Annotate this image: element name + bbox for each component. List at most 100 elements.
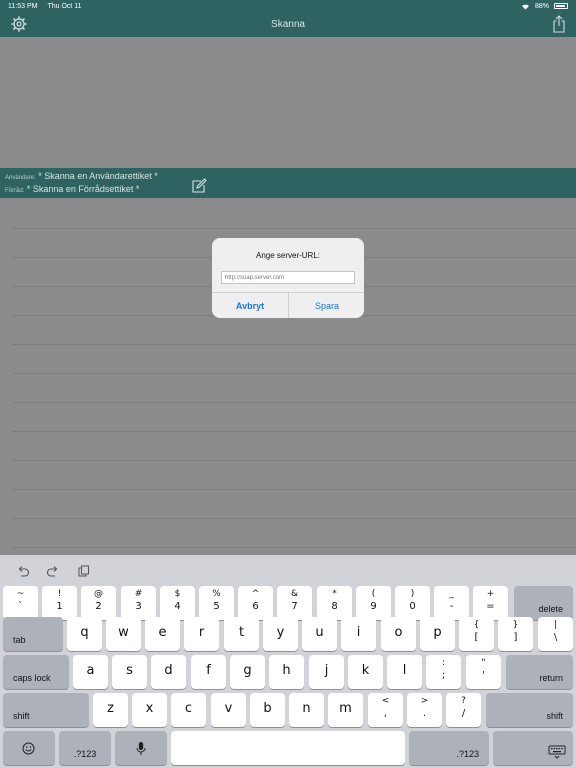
key-g[interactable]: g xyxy=(230,655,265,689)
key-top-symbol: } xyxy=(512,620,519,630)
dialog-title: Ange server-URL: xyxy=(255,251,321,260)
cancel-button[interactable]: Avbryt xyxy=(212,293,288,318)
key-backslash[interactable]: | \ xyxy=(538,617,573,651)
key-x[interactable]: x xyxy=(132,693,167,727)
key-top-symbol: : xyxy=(441,658,446,668)
key-label: n xyxy=(302,701,311,716)
key-k[interactable]: k xyxy=(348,655,383,689)
list-separator xyxy=(12,228,576,229)
key-bottom-symbol: / xyxy=(461,708,466,719)
edit-icon[interactable] xyxy=(191,178,207,194)
key-h[interactable]: h xyxy=(269,655,304,689)
key-j[interactable]: j xyxy=(309,655,344,689)
key-bottom-symbol: 4 xyxy=(174,601,181,612)
key-q[interactable]: q xyxy=(67,617,102,651)
key-label: i xyxy=(356,625,361,640)
key-top-symbol: { xyxy=(473,620,480,630)
key-top-symbol: ~ xyxy=(16,589,25,599)
key-y[interactable]: y xyxy=(263,617,298,651)
key-n[interactable]: n xyxy=(289,693,324,727)
key-top-symbol: " xyxy=(481,658,486,668)
key-p[interactable]: p xyxy=(420,617,455,651)
key-i[interactable]: i xyxy=(341,617,376,651)
key-r[interactable]: r xyxy=(184,617,219,651)
key-t[interactable]: t xyxy=(224,617,259,651)
key-bottom-symbol: 3 xyxy=(135,601,142,612)
undo-icon[interactable] xyxy=(16,565,30,577)
key-b[interactable]: b xyxy=(250,693,285,727)
key-label: h xyxy=(282,663,291,678)
key-o[interactable]: o xyxy=(381,617,416,651)
key-e[interactable]: e xyxy=(145,617,180,651)
shift-right-key[interactable]: shift xyxy=(486,693,573,727)
gear-icon[interactable] xyxy=(11,16,27,32)
share-icon[interactable] xyxy=(552,15,566,33)
key-1[interactable]: ! 1 xyxy=(42,586,77,620)
hide-keyboard-key[interactable] xyxy=(493,731,573,765)
key-u[interactable]: u xyxy=(302,617,337,651)
key-bottom-symbol: ; xyxy=(441,670,446,681)
key-z[interactable]: z xyxy=(93,693,128,727)
status-date: Thu Oct 11 xyxy=(47,2,82,10)
key-semicolon[interactable]: :; xyxy=(426,655,461,689)
key-s[interactable]: s xyxy=(112,655,147,689)
numbers-key-right[interactable]: .?123 xyxy=(409,731,489,765)
key-top-symbol: < xyxy=(381,696,390,706)
key-0[interactable]: ) 0 xyxy=(395,586,430,620)
key-comma[interactable]: <, xyxy=(368,693,403,727)
save-button[interactable]: Spara xyxy=(289,293,364,318)
key-bottom-symbol: . xyxy=(422,708,427,719)
user-row: Användare: * Skanna en Användarettiket * xyxy=(5,171,158,181)
delete-key[interactable]: delete xyxy=(514,586,573,620)
redo-icon[interactable] xyxy=(46,565,60,577)
key-quote[interactable]: " ' xyxy=(466,655,501,689)
key-bottom-symbol: = xyxy=(486,601,495,612)
key-left-bracket[interactable]: {[ xyxy=(459,617,494,651)
space-bar[interactable] xyxy=(171,731,405,765)
key-top-symbol: & xyxy=(290,589,299,599)
key-top-symbol: ) xyxy=(410,589,415,599)
key-v[interactable]: v xyxy=(211,693,246,727)
key-l[interactable]: l xyxy=(387,655,422,689)
key-bottom-symbol: - xyxy=(449,601,454,612)
key-6[interactable]: ^ 6 xyxy=(238,586,273,620)
key-equals[interactable]: + = xyxy=(473,586,508,620)
key-m[interactable]: m xyxy=(328,693,363,727)
key-bottom-symbol: \ xyxy=(553,632,558,643)
caps-lock-key[interactable]: caps lock xyxy=(3,655,69,689)
key-right-bracket[interactable]: }] xyxy=(498,617,533,651)
numbers-key-label: .?123 xyxy=(456,749,479,759)
server-url-input[interactable] xyxy=(221,271,355,284)
key-backtick[interactable]: ~ ` xyxy=(3,586,38,620)
key-bottom-symbol: 1 xyxy=(56,601,63,612)
page-title: Skanna xyxy=(271,19,305,30)
key-w[interactable]: w xyxy=(106,617,141,651)
key-label: y xyxy=(276,625,285,640)
key-2[interactable]: @2 xyxy=(81,586,116,620)
key-minus[interactable]: _ - xyxy=(434,586,469,620)
paste-icon[interactable] xyxy=(77,565,91,577)
list-separator xyxy=(12,518,576,519)
key-a[interactable]: a xyxy=(73,655,108,689)
shift-key-label: shift xyxy=(546,711,563,721)
numbers-key-left[interactable]: .?123 xyxy=(59,731,111,765)
key-d[interactable]: d xyxy=(151,655,186,689)
key-4[interactable]: $4 xyxy=(160,586,195,620)
emoji-key[interactable] xyxy=(3,731,55,765)
key-5[interactable]: % 5 xyxy=(199,586,234,620)
key-8[interactable]: * 8 xyxy=(317,586,352,620)
key-f[interactable]: f xyxy=(191,655,226,689)
shift-left-key[interactable]: shift xyxy=(3,693,89,727)
key-9[interactable]: (9 xyxy=(356,586,391,620)
dictation-key[interactable] xyxy=(115,731,167,765)
key-period[interactable]: >. xyxy=(407,693,442,727)
return-key[interactable]: return xyxy=(506,655,573,689)
key-c[interactable]: c xyxy=(171,693,206,727)
key-3[interactable]: #3 xyxy=(121,586,156,620)
key-slash[interactable]: ? / xyxy=(446,693,481,727)
caps-lock-key-label: caps lock xyxy=(13,673,51,683)
tab-key[interactable]: tab xyxy=(3,617,63,651)
key-label: w xyxy=(118,625,129,640)
scan-preview-area xyxy=(0,37,576,168)
key-7[interactable]: & 7 xyxy=(277,586,312,620)
